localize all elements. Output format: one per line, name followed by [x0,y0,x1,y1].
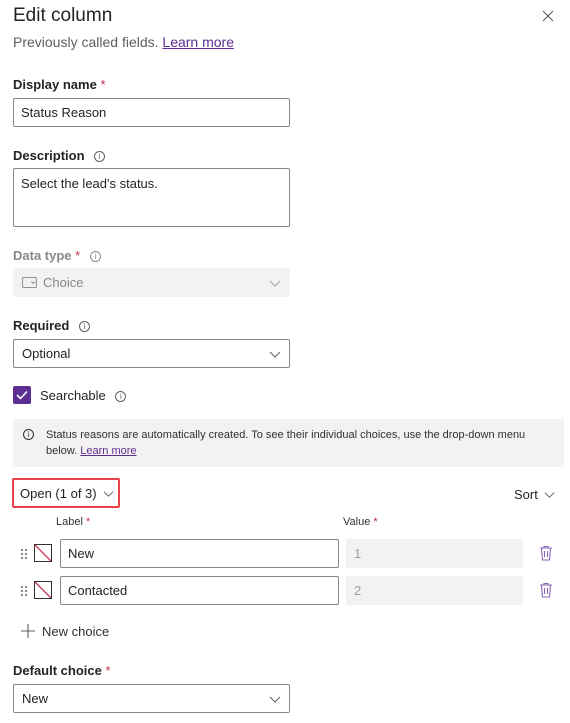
plus-icon [21,624,35,638]
close-icon [542,10,554,22]
choice-row: Contacted 2 [0,576,570,606]
checkmark-icon [16,390,28,400]
required-select[interactable]: Optional [13,339,290,368]
description-label: Description i [13,148,106,163]
required-mark: * [100,77,106,92]
description-label-text: Description [13,148,85,163]
choice-label-input[interactable]: New [60,539,339,568]
required-mark: * [105,663,111,678]
chevron-down-icon [544,492,555,498]
required-value: Optional [22,346,71,361]
color-swatch[interactable] [34,544,52,562]
choice-icon [22,277,37,288]
info-icon[interactable]: i [115,391,127,402]
drag-handle-icon[interactable] [20,585,28,597]
chevron-down-icon [269,696,281,703]
close-button[interactable] [540,8,556,24]
new-choice-button[interactable]: New choice [21,624,109,639]
no-color-icon [35,545,51,561]
trash-icon[interactable] [539,545,553,561]
choice-label-header: Label * [56,516,90,528]
info-icon[interactable]: i [78,321,90,332]
status-reason-banner: i Status reasons are automatically creat… [13,419,564,467]
choice-value-header: Value * [343,516,378,528]
no-color-icon [35,582,51,598]
chevron-down-icon [269,280,281,287]
value-header-text: Value [343,516,371,528]
chevron-down-icon [103,491,114,497]
drag-handle-icon[interactable] [20,548,28,560]
choice-value-input: 1 [346,539,523,568]
status-filter-value: Open (1 of 3) [20,486,97,501]
choice-value-input: 2 [346,576,523,605]
choice-label-input[interactable]: Contacted [60,576,339,605]
required-label: Required i [13,318,90,333]
data-type-select: Choice [13,268,290,297]
display-name-label-text: Display name [13,77,97,92]
info-icon[interactable]: i [89,251,101,262]
panel-title: Edit column [13,5,113,26]
data-type-label: Data type * i [13,248,101,263]
choice-row: New 1 [0,539,570,569]
display-name-input[interactable]: Status Reason [13,98,290,127]
required-mark: * [373,516,378,528]
status-filter-dropdown[interactable]: Open (1 of 3) [20,486,114,501]
banner-text: Status reasons are automatically created… [46,427,556,459]
searchable-label: Searchable i [40,388,127,403]
default-choice-select[interactable]: New [13,684,290,713]
sort-label: Sort [514,487,538,502]
banner-learn-more-link[interactable]: Learn more [80,445,136,457]
color-swatch[interactable] [34,581,52,599]
label-header-text: Label [56,516,83,528]
data-type-label-text: Data type [13,248,72,263]
panel-subtitle: Previously called fields. Learn more [13,34,234,50]
required-label-text: Required [13,318,70,333]
searchable-label-text: Searchable [40,388,106,403]
learn-more-link[interactable]: Learn more [162,34,234,50]
required-mark: * [85,516,91,528]
display-name-label: Display name * [13,77,106,92]
chevron-down-icon [269,351,281,358]
info-icon: i [23,429,34,440]
searchable-checkbox[interactable] [13,386,31,404]
required-mark: * [75,248,81,263]
sort-button[interactable]: Sort [514,487,555,502]
subtitle-text: Previously called fields. [13,34,159,50]
default-choice-label: Default choice * [13,663,111,678]
trash-icon[interactable] [539,582,553,598]
new-choice-label: New choice [42,624,110,639]
status-filter-highlight: Open (1 of 3) [12,478,120,508]
default-choice-label-text: Default choice [13,663,102,678]
info-icon[interactable]: i [94,151,106,162]
data-type-value: Choice [43,275,84,290]
default-choice-value: New [22,691,49,706]
description-textarea[interactable]: Select the lead's status. [13,168,290,227]
